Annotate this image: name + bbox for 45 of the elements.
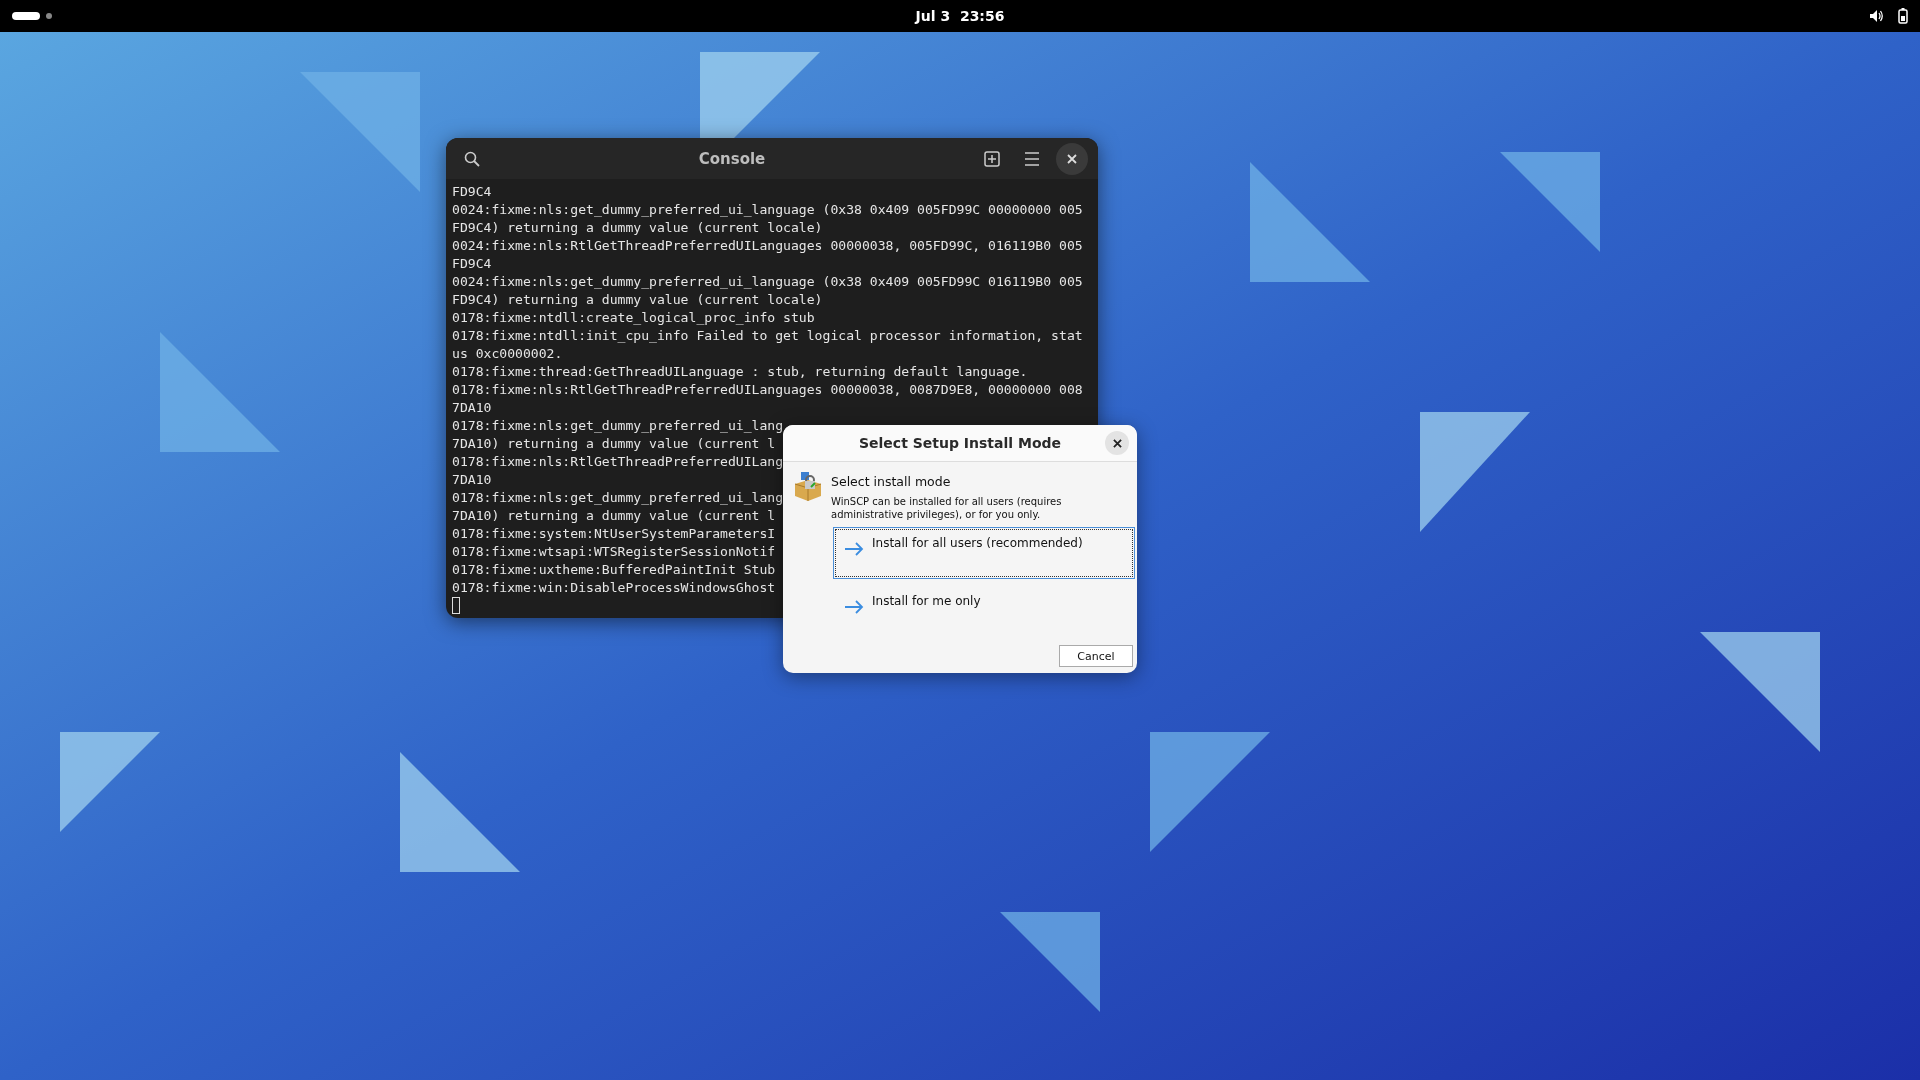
workspace-indicator[interactable] bbox=[12, 12, 40, 20]
terminal-line: 0178:fixme:wtsapi:WTSRegisterSessionNotif bbox=[452, 543, 776, 561]
terminal-line: FD9C4) returning a dummy value (current locale) bbox=[452, 291, 823, 309]
terminal-cursor bbox=[452, 597, 460, 614]
plus-square-icon[interactable] bbox=[984, 150, 1000, 167]
terminal-line: FD9C4 bbox=[452, 183, 492, 201]
terminal-line: 0024:fixme:nls:RtlGetThreadPreferredUILanguages 00000038, 005FD99C, 016119B0 005 bbox=[452, 237, 1083, 255]
arrow-icon bbox=[844, 542, 864, 556]
menu-icon[interactable] bbox=[1024, 151, 1040, 166]
terminal-line: 0178:fixme:system:NtUserSystemParametersI bbox=[452, 525, 776, 543]
close-button[interactable] bbox=[1056, 142, 1088, 175]
terminal-line: 0178:fixme:ntdll:create_logical_proc_info stub bbox=[452, 309, 815, 327]
terminal-line: 0024:fixme:nls:get_dummy_preferred_ui_language (0x38 0x409 005FD99C 016119B0 005 bbox=[452, 273, 1083, 291]
dialog-title: Select Setup Install Mode bbox=[858, 435, 1062, 451]
terminal-line: 0178:fixme:ntdll:init_cpu_info Failed to get logical processor information, stat bbox=[452, 327, 1083, 345]
terminal-line: 0178:fixme:nls:RtlGetThreadPreferredUILang bbox=[452, 453, 784, 471]
arrow-icon bbox=[844, 600, 864, 614]
terminal-line: 7DA10 bbox=[452, 399, 492, 417]
clock[interactable]: Jul 3 23:56 bbox=[915, 8, 1005, 24]
terminal-line: FD9C4 bbox=[452, 255, 492, 273]
close-button[interactable] bbox=[1105, 431, 1129, 455]
install-option[interactable]: Install for me only bbox=[833, 585, 1135, 625]
terminal-line: 0178:fixme:nls:RtlGetThreadPreferredUILanguages 00000038, 0087D9E8, 00000000 008 bbox=[452, 381, 1083, 399]
terminal-line: 7DA10) returning a dummy value (current l bbox=[452, 435, 776, 453]
battery-icon[interactable] bbox=[1898, 8, 1908, 24]
install-option[interactable]: Install for all users (recommended) bbox=[833, 527, 1135, 579]
terminal-line: 7DA10 bbox=[452, 471, 492, 489]
workspace-dot[interactable] bbox=[46, 13, 52, 19]
terminal-line: 0178:fixme:thread:GetThreadUILanguage : stub, returning default language. bbox=[452, 363, 1028, 381]
search-icon[interactable] bbox=[464, 150, 480, 167]
terminal-line: FD9C4) returning a dummy value (current locale) bbox=[452, 219, 823, 237]
terminal-line: 7DA10) returning a dummy value (current l bbox=[452, 507, 776, 525]
box-lock-icon bbox=[793, 470, 823, 502]
dialog-heading: Select install mode bbox=[831, 474, 952, 489]
terminal-line: us 0xc0000002. bbox=[452, 345, 563, 363]
cancel-button[interactable]: Cancel bbox=[1059, 645, 1133, 667]
terminal-line: 0178:fixme:nls:get_dummy_preferred_ui_lang bbox=[452, 489, 784, 507]
terminal-line: 0178:fixme:uxtheme:BufferedPaintInit Stub bbox=[452, 561, 776, 579]
terminal-line: 0024:fixme:nls:get_dummy_preferred_ui_language (0x38 0x409 005FD99C 00000000 005 bbox=[452, 201, 1083, 219]
close-icon[interactable] bbox=[1112, 438, 1122, 448]
dialog-description: WinSCP can be installed for all users (requires administrative privileges), or for you only. bbox=[831, 495, 1063, 521]
terminal-line: 0178:fixme:nls:get_dummy_preferred_ui_lang bbox=[452, 417, 784, 435]
terminal-line: 0178:fixme:win:DisableProcessWindowsGhost bbox=[452, 579, 776, 597]
volume-icon[interactable] bbox=[1868, 8, 1884, 24]
window-title: Console bbox=[697, 149, 767, 168]
